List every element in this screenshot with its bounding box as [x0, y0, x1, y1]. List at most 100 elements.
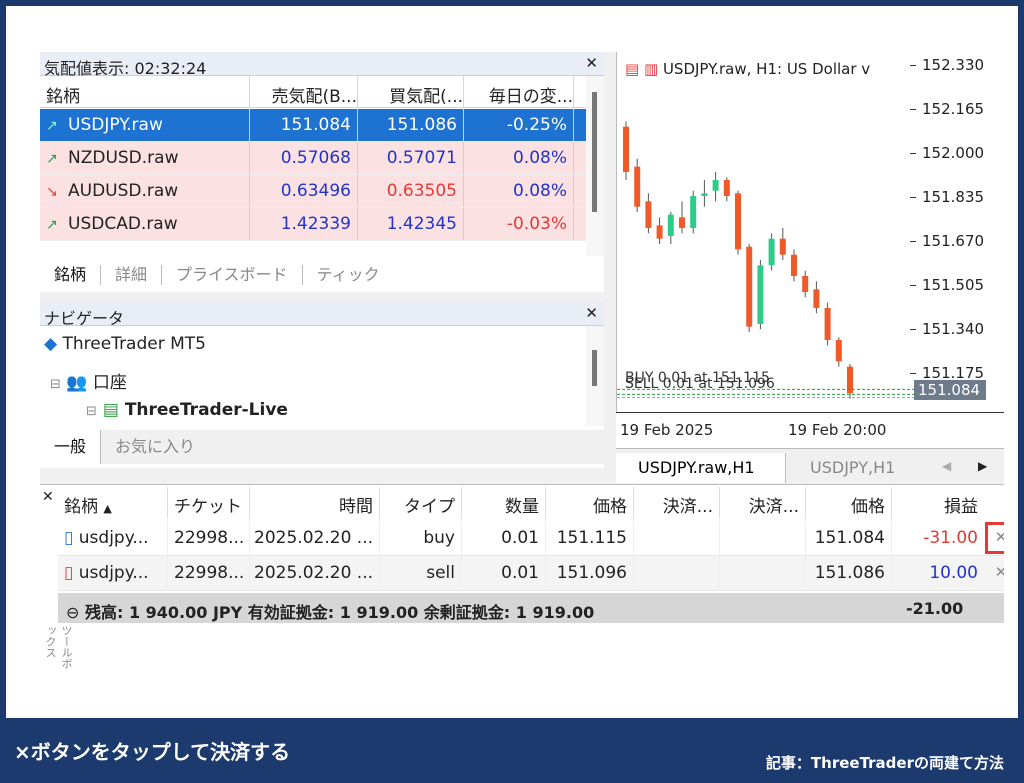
close-position-button[interactable]: ✕: [984, 521, 1004, 555]
price-tick: [910, 197, 916, 199]
sell-line-label: SELL 0.01 at 151.096: [625, 376, 775, 392]
cell-cur: 151.086: [806, 556, 892, 590]
cell-text: 10.00: [929, 563, 978, 583]
price-label: 152.330: [922, 56, 985, 75]
mt5-screenshot: 気配値表示: 02:32:24 ✕ 銘柄 売気配(B... 買気配(... 毎日の…: [40, 52, 1004, 670]
cell-profit: 10.00: [892, 556, 984, 590]
collapse-icon[interactable]: ⊖: [66, 603, 79, 622]
cell-text: 0.01: [501, 563, 539, 583]
price-tick: [910, 329, 916, 331]
cell-text: 0.63496: [280, 181, 351, 201]
col-symbol[interactable]: 銘柄 ▲: [58, 487, 168, 519]
col-volume[interactable]: 数量: [462, 487, 546, 519]
price-label: 152.165: [922, 100, 985, 119]
collapse-icon[interactable]: ⊟: [86, 404, 97, 419]
col-ask[interactable]: 買気配(...: [358, 76, 464, 107]
cell-profit: -31.00: [892, 521, 984, 555]
cell-text: 151.084: [814, 528, 885, 548]
chart-area[interactable]: ▤ ▥ USDJPY.raw, H1: US Dollar v BUY 0.01…: [616, 52, 915, 412]
tab-price-board[interactable]: プライスボード: [162, 265, 303, 285]
cell-text: 151.115: [556, 528, 627, 548]
time-label: 19 Feb 2025: [620, 421, 714, 439]
candle: [746, 246, 753, 327]
scroll-thumb[interactable]: [592, 92, 597, 212]
article-frame: 気配値表示: 02:32:24 ✕ 銘柄 売気配(B... 買気配(... 毎日の…: [6, 6, 1018, 718]
close-position-button[interactable]: ✕: [984, 556, 1004, 590]
collapse-icon[interactable]: ⊟: [50, 377, 61, 392]
close-icon[interactable]: ✕: [585, 54, 598, 72]
col-bid[interactable]: 売気配(B...: [250, 76, 358, 107]
summary-total: -21.00: [906, 599, 964, 618]
cell-text: 1.42345: [386, 214, 457, 234]
market-watch-row[interactable]: ↗ USDJPY.raw 151.084 151.086 -0.25%: [40, 109, 586, 142]
col-price[interactable]: 価格: [546, 487, 634, 519]
cell-sl: [634, 556, 720, 590]
cell-ticket: 22998...: [168, 556, 250, 590]
chevron-left-icon[interactable]: ◀: [942, 459, 951, 473]
cell-text: buy: [423, 528, 455, 548]
col-time[interactable]: 時間: [250, 487, 380, 519]
nav-root[interactable]: ◆ ThreeTrader MT5: [44, 334, 206, 354]
col-symbol[interactable]: 銘柄: [40, 76, 250, 107]
position-row[interactable]: ▯ usdjpy... 22998... 2025.02.20 ... sell 0.0…: [58, 556, 1004, 591]
col-type[interactable]: タイプ: [380, 487, 462, 519]
cell-tp: [720, 556, 806, 590]
candle: [634, 166, 641, 207]
candle: [701, 193, 708, 196]
tab-chart-usdjpy[interactable]: USDJPY,H1: [788, 453, 905, 483]
cell-volume: 0.01: [462, 521, 546, 555]
cell-text: 0.01: [501, 528, 539, 548]
market-watch-row[interactable]: ↗ USDCAD.raw 1.42339 1.42345 -0.03%: [40, 208, 586, 241]
server-icon: ▤: [102, 400, 119, 420]
chevron-right-icon[interactable]: ▶: [978, 459, 987, 473]
col-change[interactable]: 毎日の変...: [464, 76, 574, 107]
cell-text: 0.08%: [512, 148, 567, 168]
cell-text: 1.42339: [280, 214, 351, 234]
cell-text: usdjpy...: [78, 563, 149, 583]
row-symbol: ↗ USDCAD.raw: [40, 208, 250, 240]
tab-details[interactable]: 詳細: [101, 265, 163, 285]
scroll-thumb[interactable]: [592, 350, 597, 386]
col-sl[interactable]: 決済...: [634, 487, 720, 519]
row-ask: 0.57071: [358, 142, 464, 174]
caption: ×ボタンをタップして決済する: [14, 740, 291, 764]
cell-time: 2025.02.20 ...: [250, 556, 380, 590]
col-current-price[interactable]: 価格: [806, 487, 892, 519]
row-ask: 0.63505: [358, 175, 464, 207]
toolbox-side-label: ツールボックス: [44, 625, 73, 669]
close-icon[interactable]: ✕: [42, 489, 54, 505]
candle: [824, 308, 831, 340]
tab-symbols[interactable]: 銘柄: [40, 265, 102, 285]
chart-tabs: USDJPY.raw,H1 USDJPY,H1 ◀ ▶: [616, 448, 1004, 484]
nav-server[interactable]: ⊟ ▤ ThreeTrader-Live: [86, 400, 288, 420]
col-tp[interactable]: 決済...: [720, 487, 806, 519]
position-row[interactable]: ▯ usdjpy... 22998... 2025.02.20 ... buy 0.01…: [58, 521, 1004, 556]
account-summary: ⊖ 残高: 1 940.00 JPY 有効証拠金: 1 919.00 余剰証拠金…: [58, 593, 1004, 623]
close-icon[interactable]: ✕: [585, 304, 598, 322]
market-watch-panel: 気配値表示: 02:32:24 ✕ 銘柄 売気配(B... 買気配(... 毎日の…: [40, 52, 604, 292]
nav-accounts[interactable]: ⊟ 👥 口座: [50, 368, 127, 393]
candle: [690, 196, 697, 228]
cell-symbol: ▯ usdjpy...: [58, 521, 168, 555]
col-ticket[interactable]: チケット: [168, 487, 250, 519]
tab-general[interactable]: 一般: [40, 430, 102, 464]
cell-ticket: 22998...: [168, 521, 250, 555]
navigator-scrollbar[interactable]: [586, 326, 604, 426]
row-change: -0.03%: [464, 208, 574, 240]
cell-text: 151.084: [280, 115, 351, 135]
market-watch-row[interactable]: ↘ AUDUSD.raw 0.63496 0.63505 0.08%: [40, 175, 586, 208]
cell-text: 151.096: [556, 563, 627, 583]
arrow-down-icon: ↘: [46, 184, 58, 200]
col-profit[interactable]: 損益: [892, 487, 984, 519]
market-watch-scrollbar[interactable]: [586, 76, 604, 256]
market-watch-row[interactable]: ↗ NZDUSD.raw 0.57068 0.57071 0.08%: [40, 142, 586, 175]
tab-favorites[interactable]: お気に入り: [101, 437, 209, 457]
tab-chart-usdjpy-raw[interactable]: USDJPY.raw,H1: [616, 453, 786, 483]
row-change: 0.08%: [464, 142, 574, 174]
cell-type: sell: [380, 556, 462, 590]
tab-ticks[interactable]: ティック: [303, 265, 394, 285]
time-axis: 19 Feb 2025 19 Feb 20:00: [616, 412, 1004, 448]
toolbox-header: 銘柄 ▲ チケット 時間 タイプ 数量 価格 決済... 決済... 価格 損益: [58, 487, 984, 519]
cell-type: buy: [380, 521, 462, 555]
candle: [679, 217, 685, 228]
